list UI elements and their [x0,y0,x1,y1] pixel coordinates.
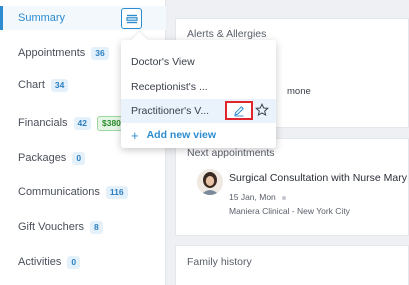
appointment-location: Maniera Clinical - New York City [229,206,350,216]
next-appointments-title: Next appointments [187,147,275,159]
count-badge: 42 [73,116,91,130]
list-view-icon [125,14,138,23]
appointment-title[interactable]: Surgical Consultation with Nurse Mary [229,172,407,184]
add-new-view-button[interactable]: + Add new view [121,123,276,147]
alerts-allergies-title: Alerts & Allergies [187,28,267,40]
sidebar-item-label: Communications [18,186,100,198]
next-appointments-card: Next appointments Surgical Consultation … [175,138,409,236]
sidebar-item-packages[interactable]: Packages 0 [0,146,166,170]
pencil-icon [234,105,244,116]
family-history-card: Family history [175,245,409,285]
sidebar-item-label: Summary [18,12,66,24]
appointment-date: 15 Jan, Mon [229,192,286,202]
count-badge: 36 [91,46,109,60]
star-icon[interactable] [255,103,269,117]
view-item-label: Doctor's View [131,56,195,68]
alerts-partial-text: mone [287,86,311,97]
sidebar-item-activities[interactable]: Activities 0 [0,250,166,274]
sidebar-item-label: Gift Vouchers [18,221,85,233]
view-item-receptionists[interactable]: Receptionist's ... [121,75,276,99]
add-new-view-label: Add new view [146,129,217,141]
sidebar-item-label: Appointments [18,47,86,59]
view-item-practitioners[interactable]: Practitioner's V... [121,99,276,123]
edit-view-button[interactable] [225,101,253,120]
sidebar-item-label: Financials [18,117,68,129]
sidebar-item-label: Chart [18,79,45,91]
avatar [197,169,223,195]
separator-dot [281,195,286,200]
count-badge: 0 [72,151,86,165]
count-badge: 116 [105,185,128,199]
plus-icon: + [131,127,139,143]
view-item-label: Receptionist's ... [131,81,208,93]
count-badge: 34 [50,78,69,92]
count-badge: 0 [67,255,81,269]
sidebar-item-communications[interactable]: Communications 116 [0,180,166,204]
sidebar-item-label: Activities [18,256,62,268]
sidebar-item-label: Packages [18,152,67,164]
views-dropdown: Doctor's View Receptionist's ... Practit… [121,40,276,148]
view-item-doctors[interactable]: Doctor's View [121,50,276,74]
family-history-title: Family history [187,256,252,268]
views-toggle-button[interactable] [121,8,142,29]
sidebar-item-gift-vouchers[interactable]: Gift Vouchers 8 [0,215,166,239]
count-badge: 8 [90,220,103,234]
view-item-label: Practitioner's V... [131,105,210,117]
